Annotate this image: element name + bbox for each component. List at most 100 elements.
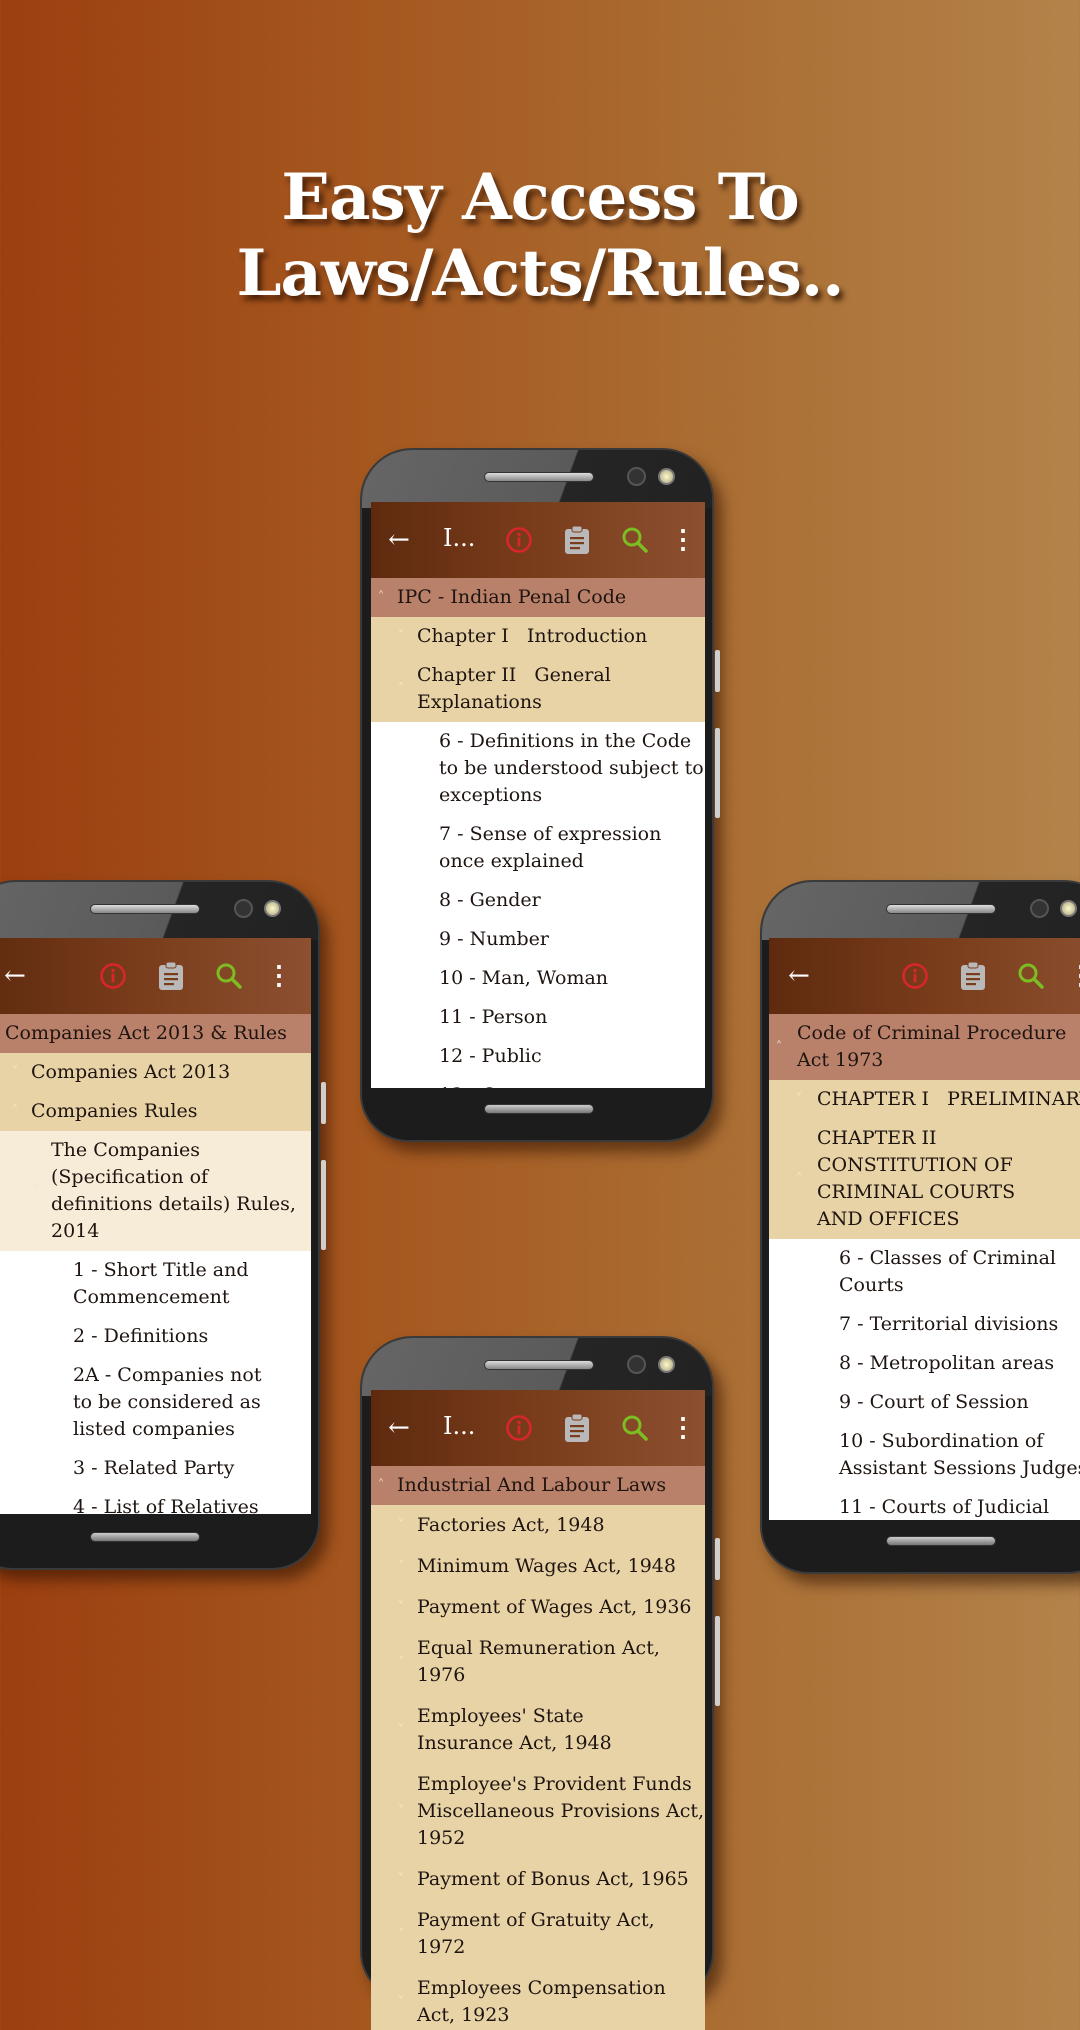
clipboard-icon[interactable] <box>555 1390 599 1466</box>
app-toolbar: ← I... ⋮ <box>371 502 705 578</box>
headline-line-1: Easy Access To <box>281 160 799 235</box>
tree-act[interactable]: ˅ Equal Remuneration Act, 1976 <box>371 1628 705 1696</box>
flash <box>658 1356 675 1373</box>
tree-chapter[interactable]: ˄ CHAPTER II CONSTITUTION OF CRIMINAL COU… <box>769 1119 1080 1239</box>
clipboard-icon[interactable] <box>951 938 995 1014</box>
chevron-up-icon: ˄ <box>397 681 405 697</box>
side-button <box>715 1616 720 1706</box>
flash <box>264 900 281 917</box>
screen: ← I... ⋮ ˄ Industrial And Labour Laws ˅ Fa… <box>371 1390 705 2030</box>
tree-act[interactable]: ˅ Employees' State Insurance Act, 1948 <box>371 1696 705 1764</box>
tree-header[interactable]: ˄ Code of Criminal Procedure Act 1973 <box>769 1014 1080 1080</box>
phone-companies: ← ⋮ Companies Act 2013 & Rules ˅ Companie… <box>0 880 326 1570</box>
tree-chapter[interactable]: ˅ CHAPTER I PRELIMINARY <box>769 1080 1080 1119</box>
tree-section[interactable]: 13 - Queen <box>371 1076 705 1088</box>
tree-section[interactable]: 4 - List of Relatives in Terms of Clause… <box>0 1488 311 1514</box>
search-icon[interactable] <box>207 938 251 1014</box>
app-toolbar: ← ⋮ <box>0 938 311 1014</box>
chevron-up-icon: ˄ <box>11 1104 19 1119</box>
chevron-down-icon: ˅ <box>397 629 405 644</box>
tree-section[interactable]: 9 - Court of Session <box>769 1383 1080 1422</box>
back-arrow-icon[interactable]: ← <box>777 938 821 1014</box>
chevron-up-icon: ˄ <box>795 1171 803 1187</box>
tree-act[interactable]: ˅ Employee's Provident Funds Miscellaneou… <box>371 1764 705 1859</box>
speaker <box>886 904 996 914</box>
home-bar <box>886 1536 996 1546</box>
speaker <box>90 904 200 914</box>
side-button <box>321 1082 326 1124</box>
tree-section[interactable]: 9 - Number <box>371 920 705 959</box>
tree-section[interactable]: 7 - Sense of expression once explained <box>371 815 705 881</box>
tree-section[interactable]: 3 - Related Party <box>0 1449 311 1488</box>
tree-chapter[interactable]: ˄ Chapter II General Explanations <box>371 656 705 722</box>
chevron-down-icon: ˅ <box>397 1804 405 1819</box>
search-icon[interactable] <box>613 1390 657 1466</box>
tree-section[interactable]: 10 - Man, Woman <box>371 959 705 998</box>
headline: Easy Access To Laws/Acts/Rules.. <box>0 160 1080 312</box>
overflow-menu-icon[interactable]: ⋮ <box>257 938 301 1014</box>
tree-header[interactable]: Companies Act 2013 & Rules <box>0 1014 311 1053</box>
side-button <box>715 728 720 818</box>
overflow-menu-icon[interactable]: ⋮ <box>1059 938 1080 1014</box>
back-arrow-icon[interactable]: ← <box>377 502 421 578</box>
chevron-down-icon: ˅ <box>397 1872 405 1887</box>
home-bar <box>90 1532 200 1542</box>
side-button <box>715 1538 720 1580</box>
tree-section[interactable]: 10 - Subordination of Assistant Sessions… <box>769 1422 1080 1488</box>
front-camera <box>1030 899 1049 918</box>
phone-crpc: ← ⋮ ˄Code of Criminal Procedure Act 1973… <box>760 880 1080 1574</box>
tree-section[interactable]: 8 - Metropolitan areas <box>769 1344 1080 1383</box>
tree-section[interactable]: 6 - Definitions in the Code to be unders… <box>371 722 705 815</box>
tree-section[interactable]: 11 - Person <box>371 998 705 1037</box>
search-icon[interactable] <box>613 502 657 578</box>
clipboard-icon[interactable] <box>149 938 193 1014</box>
tree-subgroup[interactable]: ˄ The Companies (Specification of definit… <box>0 1131 311 1251</box>
info-icon[interactable] <box>497 1390 541 1466</box>
tree-header[interactable]: ˄ IPC - Indian Penal Code <box>371 578 705 617</box>
back-arrow-icon[interactable]: ← <box>377 1390 421 1466</box>
back-arrow-icon[interactable]: ← <box>0 938 37 1014</box>
chevron-down-icon: ˅ <box>397 1559 405 1574</box>
tree-group[interactable]: ˄ Companies Rules <box>0 1092 311 1131</box>
tree-act[interactable]: ˅ Payment of Wages Act, 1936 <box>371 1587 705 1628</box>
tree-act[interactable]: ˅ Payment of Bonus Act, 1965 <box>371 1859 705 1900</box>
side-button <box>321 1160 326 1250</box>
flash <box>658 468 675 485</box>
tree-header[interactable]: ˄ Industrial And Labour Laws <box>371 1466 705 1505</box>
info-icon[interactable] <box>91 938 135 1014</box>
tree-group[interactable]: ˅ Companies Act 2013 <box>0 1053 311 1092</box>
tree-section[interactable]: 2 - Definitions <box>0 1317 311 1356</box>
tree-section[interactable]: 6 - Classes of Criminal Courts <box>769 1239 1080 1305</box>
chevron-down-icon: ˅ <box>397 1722 405 1738</box>
info-icon[interactable] <box>497 502 541 578</box>
screen: ← ⋮ ˄Code of Criminal Procedure Act 1973… <box>769 938 1080 1520</box>
app-toolbar: ← ⋮ <box>769 938 1080 1014</box>
info-icon[interactable] <box>893 938 937 1014</box>
speaker <box>484 1360 594 1370</box>
overflow-menu-icon[interactable]: ⋮ <box>661 502 705 578</box>
tree-act[interactable]: ˅ Payment of Gratuity Act, 1972 <box>371 1900 705 1968</box>
tree-act[interactable]: ˅ Factories Act, 1948 <box>371 1505 705 1546</box>
tree-act[interactable]: ˅ Minimum Wages Act, 1948 <box>371 1546 705 1587</box>
chevron-down-icon: ˅ <box>795 1092 803 1107</box>
tree-chapter[interactable]: ˅ Chapter I Introduction <box>371 617 705 656</box>
search-icon[interactable] <box>1009 938 1053 1014</box>
clipboard-icon[interactable] <box>555 502 599 578</box>
tree-act[interactable]: ˅ Employees Compensation Act, 1923 <box>371 1968 705 2030</box>
tree-section[interactable]: 11 - Courts of Judicial Magistrates <box>769 1488 1080 1520</box>
tree-section[interactable]: 2A - Companies not to be considered as l… <box>0 1356 311 1449</box>
chevron-down-icon: ˅ <box>11 1065 19 1080</box>
toolbar-title: I... <box>443 1412 476 1440</box>
tree-section[interactable]: 12 - Public <box>371 1037 705 1076</box>
tree-section[interactable]: 1 - Short Title and Commencement <box>0 1251 311 1317</box>
tree-section[interactable]: 7 - Territorial divisions <box>769 1305 1080 1344</box>
home-bar <box>484 1104 594 1114</box>
speaker <box>484 472 594 482</box>
front-camera <box>627 467 646 486</box>
screen: ← ⋮ Companies Act 2013 & Rules ˅ Companie… <box>0 938 311 1514</box>
overflow-menu-icon[interactable]: ⋮ <box>661 1390 705 1466</box>
chevron-up-icon: ˄ <box>31 1183 39 1199</box>
tree-section[interactable]: 8 - Gender <box>371 881 705 920</box>
side-button <box>715 650 720 692</box>
front-camera <box>627 1355 646 1374</box>
